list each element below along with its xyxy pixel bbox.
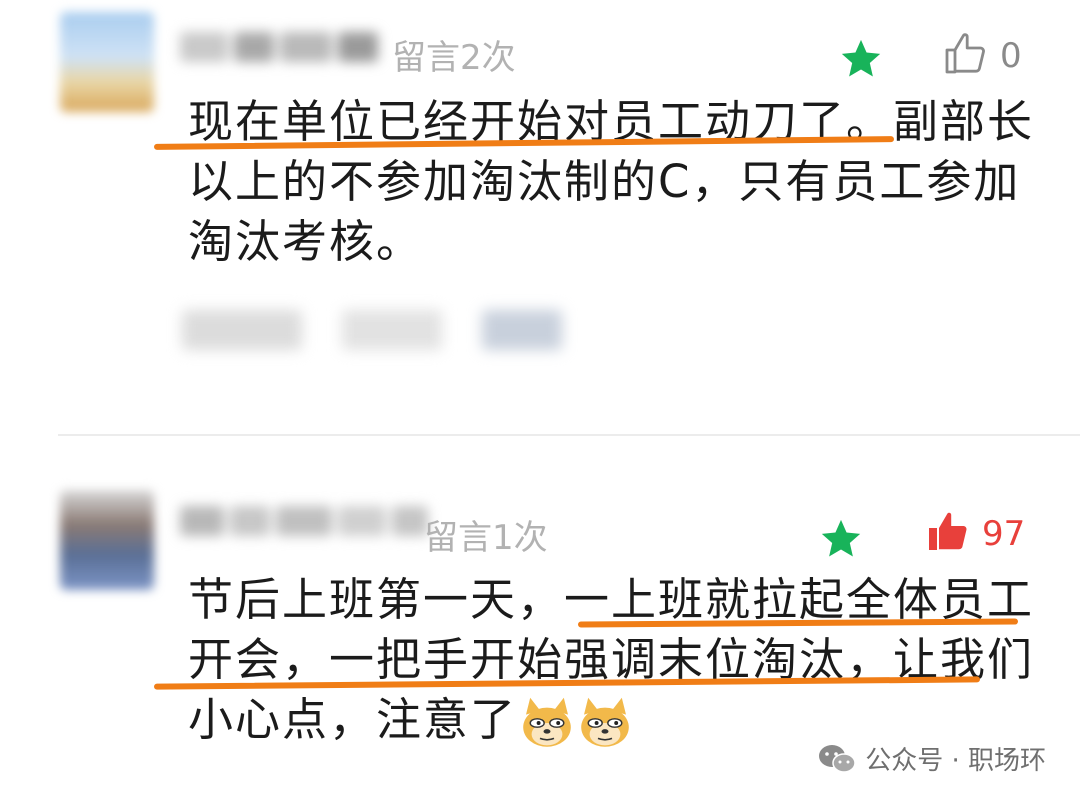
comment-text: 现在单位已经开始对员工动刀了。副部长以上的不参加淘汰制的C，只有员工参加淘汰考核… (188, 95, 1035, 268)
watermark-label: 公众号 · 职场环 (865, 746, 1046, 776)
star-icon[interactable] (838, 36, 884, 82)
reply-actions-blurred[interactable] (182, 310, 602, 354)
doge-emoji-icon (523, 697, 571, 747)
username-blurred[interactable] (180, 32, 384, 66)
wechat-icon (819, 744, 856, 773)
like-count: 97 (982, 514, 1026, 554)
username-blurred[interactable] (180, 506, 434, 540)
doge-emoji-icon (581, 697, 629, 747)
comment-count-label: 留言1次 (424, 518, 548, 558)
like-icon[interactable] (942, 30, 990, 78)
avatar[interactable] (60, 12, 154, 112)
star-icon[interactable] (818, 516, 864, 562)
comment-item: 留言2次 0 现在单位已经开始对员工动刀了。副部长以上的不参加淘汰制的C，只有员… (0, 0, 1080, 434)
comment-count-label: 留言2次 (392, 38, 516, 78)
like-count: 0 (1000, 36, 1022, 76)
comment-text: 节后上班第一天，一上班就拉起全体员工开会，一把手开始强调末位淘汰，让我们小心点，… (188, 570, 1038, 751)
watermark: 公众号 · 职场环 (817, 740, 1046, 777)
like-icon[interactable] (924, 508, 972, 556)
avatar[interactable] (60, 490, 154, 590)
